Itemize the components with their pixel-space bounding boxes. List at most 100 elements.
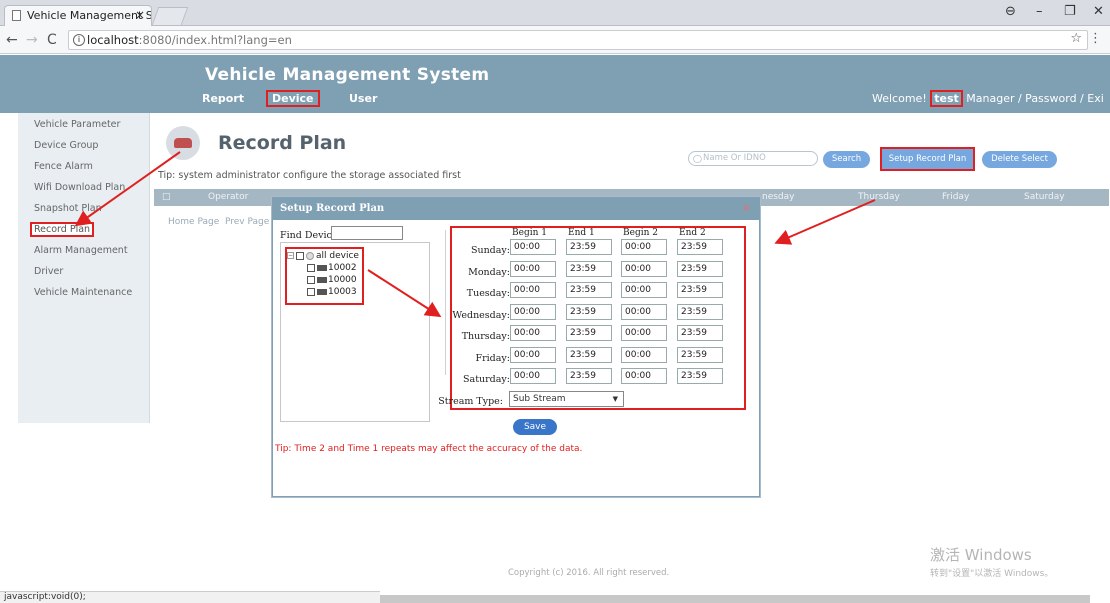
time-input-b1[interactable]: 00:00	[510, 239, 556, 255]
select-all-checkbox[interactable]: □	[162, 189, 171, 206]
time-input-b1[interactable]: 00:00	[510, 325, 556, 341]
time-input-b2[interactable]: 00:00	[621, 282, 667, 298]
profile-icon[interactable]: ⊖	[1005, 4, 1016, 19]
stream-type-label: Stream Type:	[438, 396, 503, 407]
sidebar-item-driver[interactable]: Driver	[34, 266, 63, 277]
tab-close-icon[interactable]: ×	[135, 6, 145, 25]
time-input-b1[interactable]: 00:00	[510, 303, 556, 320]
dialog-close-icon[interactable]: ×	[742, 201, 751, 214]
tree-device-10002[interactable]: 10002	[307, 263, 357, 273]
forward-icon[interactable]: →	[26, 32, 38, 48]
time-input-b2[interactable]: 00:00	[621, 346, 667, 363]
horizontal-scrollbar[interactable]	[380, 595, 1090, 603]
time-input-e2[interactable]: 23:59	[677, 368, 723, 384]
repeat-warning: Tip: Time 2 and Time 1 repeats may affec…	[275, 444, 583, 454]
account-links[interactable]: Manager / Password / Exi	[966, 92, 1104, 105]
info-icon[interactable]: i	[73, 34, 85, 46]
time-input-b2[interactable]: 00:00	[621, 239, 667, 255]
checkbox-icon[interactable]	[307, 287, 315, 296]
back-icon[interactable]: ←	[6, 32, 18, 48]
sidebar: Vehicle Parameter Device Group Fence Ala…	[18, 113, 150, 423]
status-bar: javascript:void(0);	[0, 591, 380, 603]
delete-select-button[interactable]: Delete Select	[982, 151, 1057, 168]
app-header: Vehicle Management System Report Device …	[0, 55, 1110, 113]
time-input-e1[interactable]: 23:59	[566, 260, 612, 277]
time-input-b1[interactable]: 00:00	[510, 260, 556, 277]
device-icon	[317, 288, 327, 295]
minimize-icon[interactable]: –	[1036, 4, 1043, 19]
home-page-link[interactable]: Home Page	[168, 217, 219, 227]
search-input[interactable]: Name Or IDNO	[688, 151, 818, 166]
time-input-e1[interactable]: 23:59	[566, 303, 612, 320]
tree-device-10000[interactable]: 10000	[307, 275, 357, 285]
welcome-bar: Welcome! test Manager / Password / Exi	[872, 90, 1104, 107]
tree-root[interactable]: − all device	[287, 251, 359, 261]
checkbox-icon[interactable]	[296, 251, 304, 260]
checkbox-icon[interactable]	[307, 275, 315, 284]
maximize-icon[interactable]: ❐	[1064, 4, 1076, 19]
day-label: Saturday:	[463, 374, 510, 385]
day-label: Tuesday:	[466, 288, 510, 299]
save-button[interactable]: Save	[513, 419, 557, 435]
new-tab-button[interactable]	[151, 7, 189, 25]
time-input-b1[interactable]: 00:00	[510, 368, 556, 384]
time-input-b2[interactable]: 00:00	[621, 368, 667, 384]
bookmark-star-icon[interactable]: ☆	[1070, 31, 1082, 46]
column-begin-2: Begin 2	[623, 228, 658, 238]
time-input-e1[interactable]: 23:59	[566, 346, 612, 363]
checkbox-icon[interactable]	[307, 263, 315, 272]
time-input-e1[interactable]: 23:59	[566, 239, 612, 255]
stream-type-select[interactable]: Sub Stream	[509, 391, 624, 407]
close-window-icon[interactable]: ✕	[1093, 4, 1104, 19]
welcome-text: Welcome!	[872, 92, 927, 105]
nav-user[interactable]: User	[349, 92, 377, 105]
sidebar-item-vehicle-maintenance[interactable]: Vehicle Maintenance	[34, 287, 132, 298]
column-wednesday: nesday	[762, 192, 795, 202]
collapse-icon[interactable]: −	[287, 252, 294, 259]
sidebar-item-vehicle-parameter[interactable]: Vehicle Parameter	[34, 119, 120, 130]
column-begin-1: Begin 1	[512, 228, 547, 238]
time-input-b1[interactable]: 00:00	[510, 282, 556, 298]
time-input-e1[interactable]: 23:59	[566, 282, 612, 298]
page-title: Record Plan	[218, 132, 347, 154]
sidebar-item-snapshot-plan[interactable]: Snapshot Plan	[34, 203, 102, 214]
find-device-input[interactable]	[331, 226, 403, 240]
time-input-e2[interactable]: 23:59	[677, 282, 723, 298]
time-input-b2[interactable]: 00:00	[621, 325, 667, 341]
sidebar-item-fence-alarm[interactable]: Fence Alarm	[34, 161, 93, 172]
time-input-b2[interactable]: 00:00	[621, 260, 667, 277]
user-link[interactable]: test	[930, 90, 963, 107]
time-input-e2[interactable]: 23:59	[677, 303, 723, 320]
menu-icon[interactable]: ⋮	[1089, 31, 1102, 46]
time-input-e2[interactable]: 23:59	[677, 260, 723, 277]
pager: Home Page Prev Page	[168, 217, 269, 227]
sidebar-item-record-plan[interactable]: Record Plan	[30, 222, 95, 237]
browser-tab[interactable]: Vehicle Management S ×	[4, 5, 152, 26]
time-input-e2[interactable]: 23:59	[677, 325, 723, 341]
setup-record-plan-button[interactable]: Setup Record Plan	[880, 147, 975, 171]
tree-root-label: all device	[316, 251, 359, 261]
time-input-e2[interactable]: 23:59	[677, 346, 723, 363]
time-input-b2[interactable]: 00:00	[621, 303, 667, 320]
reload-icon[interactable]: C	[47, 32, 57, 48]
column-thursday: Thursday	[858, 192, 900, 202]
nav-device[interactable]: Device	[266, 90, 320, 107]
copyright: Copyright (c) 2016. All right reserved.	[508, 568, 670, 578]
time-input-e1[interactable]: 23:59	[566, 368, 612, 384]
time-input-e1[interactable]: 23:59	[566, 325, 612, 341]
tab-title: Vehicle Management S	[27, 9, 152, 22]
time-input-b1[interactable]: 00:00	[510, 346, 556, 363]
device-label: 10002	[328, 263, 357, 273]
day-label: Wednesday:	[452, 309, 510, 321]
prev-page-link[interactable]: Prev Page	[225, 217, 269, 227]
tree-device-10003[interactable]: 10003	[307, 287, 357, 297]
search-button[interactable]: Search	[823, 151, 870, 168]
sidebar-item-device-group[interactable]: Device Group	[34, 140, 98, 151]
sidebar-item-wifi-download-plan[interactable]: Wifi Download Plan	[34, 182, 125, 193]
url-input[interactable]: i localhost:8080/index.html?lang=en	[68, 30, 1088, 50]
dialog-title: Setup Record Plan	[273, 198, 759, 220]
device-tree: − all device 10002 10000 10003	[280, 242, 430, 422]
nav-report[interactable]: Report	[202, 92, 244, 105]
sidebar-item-alarm-management[interactable]: Alarm Management	[34, 245, 128, 256]
time-input-e2[interactable]: 23:59	[677, 239, 723, 255]
